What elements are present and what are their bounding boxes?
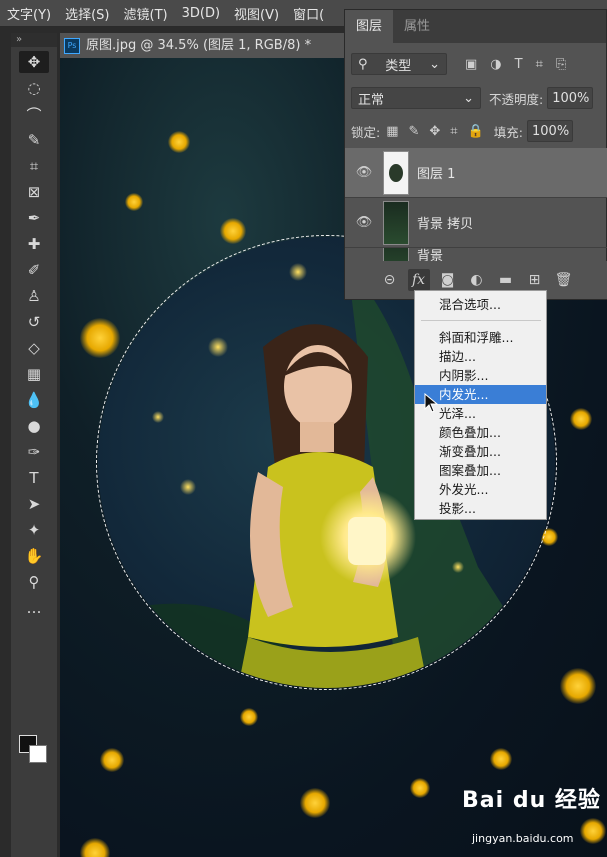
document-tab-title: 原图.jpg @ 34.5% (图层 1, RGB/8) * (86, 38, 312, 53)
link-icon[interactable]: ⊝ (379, 269, 401, 291)
layer-thumbnail (383, 200, 409, 245)
bokeh-light (100, 748, 124, 772)
menu-separator (421, 320, 541, 321)
eye-icon[interactable]: 👁 (345, 165, 383, 180)
fx-menu-item[interactable]: 图案叠加... (415, 461, 546, 480)
bokeh-light (80, 318, 120, 358)
toolbox: » ✥ ◌ ⌒ ✎ ⌗ ⊠ ✒ ✚ ✐ ♙ ↺ ◇ ▦ 💧 ● ✑ T ➤ ✦ ✋ ⚲ … (11, 33, 57, 857)
quick-select-tool[interactable]: ✎ (19, 129, 49, 151)
layer-name: 图层 1 (417, 167, 456, 182)
lasso-tool[interactable]: ⌒ (19, 103, 49, 125)
menu-item-filter[interactable]: 滤镜(T) (117, 4, 175, 23)
fx-menu-item[interactable]: 混合选项... (415, 295, 546, 314)
bokeh-light (220, 218, 246, 244)
new-layer-icon[interactable]: ⊞ (524, 269, 546, 291)
blur-tool[interactable]: 💧 (19, 389, 49, 411)
bokeh-light (580, 818, 606, 844)
tab-properties[interactable]: 属性 (393, 10, 441, 43)
toolbox-collapse-icon[interactable]: » (11, 33, 57, 47)
layer-row[interactable]: 背景 (345, 248, 607, 262)
mask-icon[interactable]: ◙ (437, 269, 459, 291)
adjustment-icon[interactable]: ◐ (466, 269, 488, 291)
layers-panel: 图层 属性 ⚲ 类型 ⌄ ▣◑T⌗⎘ 正常 ⌄ 不透明度: 100% 锁定: ▦… (344, 9, 607, 300)
folder-icon[interactable]: ▬ (495, 269, 517, 291)
type-tool[interactable]: T (19, 467, 49, 489)
layer-row[interactable]: 👁 图层 1 (345, 148, 607, 198)
menu-item-3d[interactable]: 3D(D) (175, 6, 227, 21)
bokeh-light (125, 193, 143, 211)
fx-menu-item[interactable]: 投影... (415, 499, 546, 518)
fill-label: 填充: (493, 124, 524, 140)
fx-icon[interactable]: fx (407, 269, 430, 291)
bokeh-light (410, 778, 430, 798)
menu-item-select[interactable]: 选择(S) (58, 4, 116, 23)
history-brush-tool[interactable]: ↺ (19, 311, 49, 333)
blend-mode-value: 正常 (358, 92, 385, 108)
watermark-brand: Bai du 经验 (462, 788, 601, 813)
menu-item-view[interactable]: 视图(V) (227, 4, 286, 23)
layer-filter-dropdown[interactable]: ⚲ 类型 ⌄ (351, 53, 447, 75)
opacity-field[interactable]: 100% (547, 87, 594, 109)
fx-menu-item[interactable]: 内阴影... (415, 366, 546, 385)
bokeh-light (490, 748, 512, 770)
bokeh-light (240, 708, 258, 726)
menu-item-type[interactable]: 文字(Y) (0, 4, 58, 23)
zoom-tool[interactable]: ⚲ (19, 571, 49, 593)
blend-mode-dropdown[interactable]: 正常 ⌄ (351, 87, 481, 109)
opacity-label: 不透明度: (489, 91, 544, 107)
document-tab[interactable]: Ps 原图.jpg @ 34.5% (图层 1, RGB/8) * (60, 33, 350, 58)
frame-tool[interactable]: ⊠ (19, 181, 49, 203)
hand-tool[interactable]: ✋ (19, 545, 49, 567)
bokeh-light (168, 131, 190, 153)
fx-menu-item[interactable]: 颜色叠加... (415, 423, 546, 442)
panel-tabs: 图层 属性 (345, 10, 606, 43)
fx-menu-item[interactable]: 斜面和浮雕... (415, 328, 546, 347)
fill-value: 100% (532, 123, 570, 139)
gradient-tool[interactable]: ▦ (19, 363, 49, 385)
background-color-swatch[interactable] (29, 745, 47, 763)
shape-tool[interactable]: ✦ (19, 519, 49, 541)
layer-name: 背景 拷贝 (417, 217, 474, 232)
lock-icons[interactable]: ▦✎✥⌗🔒 (386, 124, 494, 139)
layer-filter-label: 类型 (385, 58, 412, 74)
tab-layers[interactable]: 图层 (345, 10, 394, 43)
layer-row[interactable]: 👁 背景 拷贝 (345, 198, 607, 248)
layer-thumbnail (383, 248, 409, 261)
eraser-tool[interactable]: ◇ (19, 337, 49, 359)
fx-menu-item[interactable]: 渐变叠加... (415, 442, 546, 461)
mouse-cursor-icon (424, 393, 438, 413)
fill-field[interactable]: 100% (527, 120, 574, 142)
menu-item-window[interactable]: 窗口( (286, 4, 331, 23)
filter-icons[interactable]: ▣◑T⌗⎘ (465, 57, 579, 72)
bokeh-light (570, 408, 592, 430)
search-icon: ⚲ (358, 56, 368, 72)
pen-tool[interactable]: ✑ (19, 441, 49, 463)
trash-icon[interactable]: 🗑 (553, 269, 575, 291)
chevron-down-icon: ⌄ (463, 90, 474, 106)
watermark-url: jingyan.baidu.com (472, 832, 574, 845)
layer-name: 背景 (417, 249, 444, 262)
more-tools[interactable]: … (19, 597, 49, 619)
healing-brush-tool[interactable]: ✚ (19, 233, 49, 255)
chevron-down-icon: ⌄ (429, 56, 440, 72)
fx-menu-item[interactable]: 外发光... (415, 480, 546, 499)
marquee-tool[interactable]: ◌ (19, 77, 49, 99)
dodge-tool[interactable]: ● (19, 415, 49, 437)
bokeh-light (300, 788, 330, 818)
bokeh-light (560, 668, 596, 704)
path-select-tool[interactable]: ➤ (19, 493, 49, 515)
crop-tool[interactable]: ⌗ (19, 155, 49, 177)
opacity-value: 100% (552, 90, 590, 106)
stamp-tool[interactable]: ♙ (19, 285, 49, 307)
fx-menu-item[interactable]: 描边... (415, 347, 546, 366)
brush-tool[interactable]: ✐ (19, 259, 49, 281)
eye-icon[interactable]: 👁 (345, 215, 383, 230)
bokeh-light (80, 838, 110, 857)
eyedropper-tool[interactable]: ✒ (19, 207, 49, 229)
photoshop-file-icon: Ps (64, 37, 80, 54)
move-tool[interactable]: ✥ (19, 51, 49, 73)
layer-thumbnail (383, 150, 409, 195)
lock-label: 锁定: (351, 124, 381, 140)
